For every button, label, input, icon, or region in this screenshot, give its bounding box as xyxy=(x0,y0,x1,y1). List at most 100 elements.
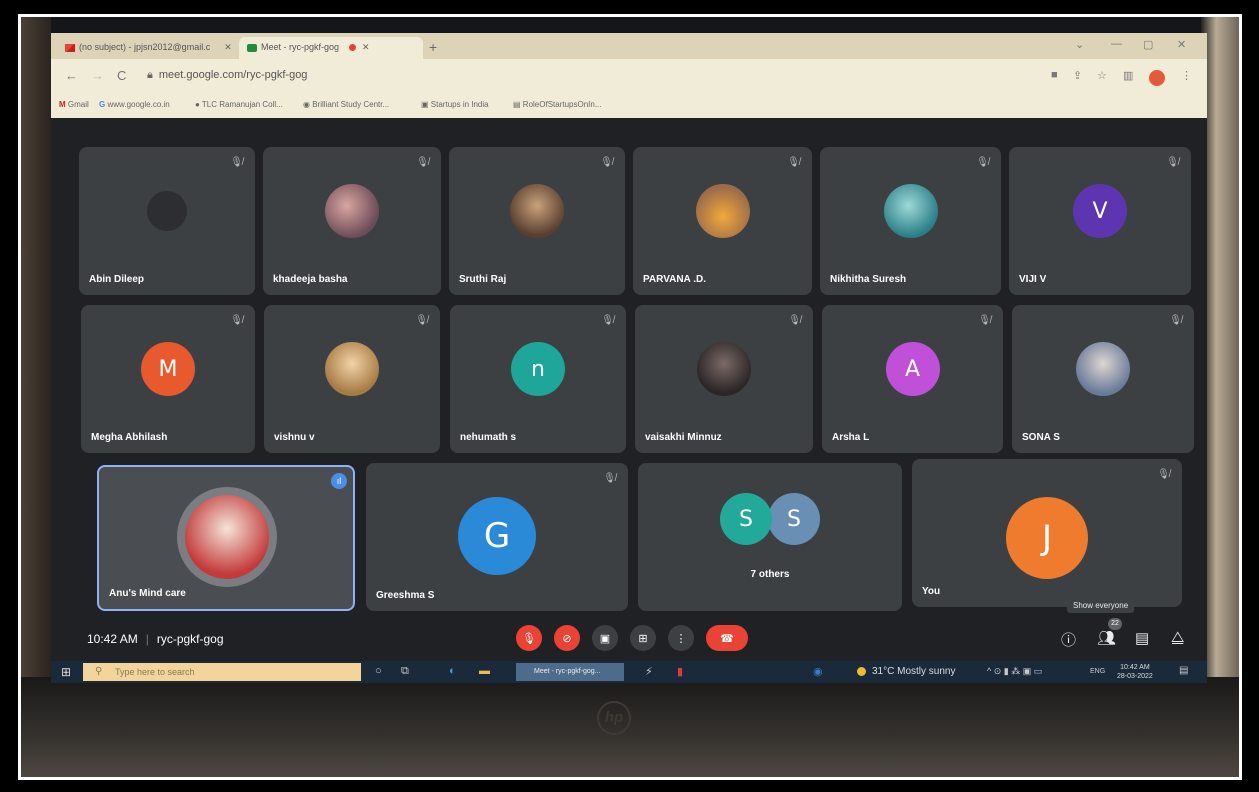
mic-off-icon: 🎙︎̸ xyxy=(1157,469,1170,480)
phone-hangup-icon: ☎︎ xyxy=(720,632,734,645)
star-icon[interactable]: ☆ xyxy=(1097,69,1107,82)
sidepanel-icon[interactable]: ▥ xyxy=(1123,69,1133,82)
tab-meet[interactable]: Meet - ryc-pgkf-gog ✕ xyxy=(239,37,423,59)
others-count-label: 7 others xyxy=(750,569,790,580)
participant-tile[interactable]: A 🎙︎̸ Arsha L xyxy=(822,305,1003,453)
activities-icon[interactable]: ⧋ xyxy=(1171,629,1184,646)
avatar xyxy=(325,184,379,238)
avatar: M xyxy=(141,342,195,396)
forward-icon[interactable]: → xyxy=(91,68,104,83)
participant-tile[interactable]: 🎙︎̸ Nikhitha Suresh xyxy=(820,147,1001,295)
weather-widget[interactable]: 31°C Mostly sunny xyxy=(857,666,955,677)
more-icon[interactable]: ⋮ xyxy=(1181,69,1192,82)
system-tray[interactable]: ^ ⊙ ▮ ⁂ ▣ ▭ xyxy=(987,666,1042,677)
url-text: meet.google.com/ryc-pgkf-gog xyxy=(158,69,308,81)
google-icon: G xyxy=(99,100,106,109)
edge-icon[interactable]: ◐ xyxy=(449,665,456,677)
participant-tile[interactable]: M 🎙︎̸ Megha Abhilash xyxy=(81,305,255,453)
mic-off-icon: 🎙︎̸ xyxy=(787,157,800,168)
participant-tile-you[interactable]: J 🎙︎̸ You xyxy=(912,459,1182,607)
window-close-icon[interactable]: ✕ xyxy=(1177,38,1186,51)
camera-toggle-button[interactable]: ⊘ xyxy=(554,625,580,651)
profile-avatar[interactable] xyxy=(1149,70,1165,86)
participant-tile[interactable]: 🎙︎̸ vishnu v xyxy=(264,305,440,453)
people-icon[interactable]: 👥︎ xyxy=(1097,629,1116,647)
back-icon[interactable]: ← xyxy=(65,68,78,83)
participant-tile[interactable]: 🎙︎̸ khadeeja basha xyxy=(263,147,441,295)
avatar: J xyxy=(1006,497,1088,579)
bookmark-tlc[interactable]: ● TLC Ramanujan Coll... xyxy=(195,100,283,109)
gmail-icon: M xyxy=(59,100,66,109)
notification-icon[interactable]: ▤ xyxy=(1179,665,1188,676)
avatar xyxy=(697,342,751,396)
chat-icon[interactable]: ▤ xyxy=(1135,629,1149,647)
app-icon[interactable]: ▮ xyxy=(677,665,683,678)
taskbar-clock[interactable]: 10:42 AM 28-03-2022 xyxy=(1117,663,1153,681)
app-icon[interactable]: ⚡︎ xyxy=(645,665,653,678)
captions-button[interactable]: ▣ xyxy=(592,625,618,651)
maximize-icon[interactable]: ▢ xyxy=(1143,38,1153,51)
participant-tile[interactable]: 🎙︎̸ PARVANA .D. xyxy=(633,147,812,295)
bookmark-gmail[interactable]: M Gmail xyxy=(59,100,89,109)
participant-tile[interactable]: 🎙︎̸ Sruthi Raj xyxy=(449,147,625,295)
cortana-icon[interactable]: ○ xyxy=(375,665,382,677)
search-placeholder: Type here to search xyxy=(115,667,195,677)
present-button[interactable]: ⊞ xyxy=(630,625,656,651)
windows-start-icon[interactable]: ⊞ xyxy=(61,665,71,679)
close-icon[interactable]: ✕ xyxy=(362,42,370,52)
bookmark-role[interactable]: ▤ RoleOfStartupsOnIn... xyxy=(513,100,602,109)
more-options-button[interactable]: ⋮ xyxy=(668,625,694,651)
globe-icon: ◉ xyxy=(303,100,310,109)
taskbar-search-input[interactable]: ⚲ Type here to search xyxy=(83,663,361,681)
taskbar-chrome-meet[interactable]: Meet - ryc-pgkf-gog... xyxy=(516,663,624,681)
avatar xyxy=(325,342,379,396)
participant-tile-greeshma[interactable]: G 🎙︎̸ Greeshma S xyxy=(366,463,628,611)
bookmark-startups[interactable]: ▣ Startups in India xyxy=(421,100,489,109)
captions-icon: ▣ xyxy=(599,632,611,645)
windows-taskbar: ⊞ ⚲ Type here to search ○ ⧉ ◐ ▬ Meet - ry… xyxy=(51,661,1207,683)
mic-toggle-button[interactable]: 🎙︎ xyxy=(516,625,542,651)
bookmark-google[interactable]: G www.google.co.in xyxy=(99,100,170,109)
weather-text: 31°C Mostly sunny xyxy=(872,666,956,677)
browser-chrome: (no subject) - jpjsn2012@gmail.c ✕ Meet -… xyxy=(51,33,1207,118)
tab-strip: (no subject) - jpjsn2012@gmail.c ✕ Meet -… xyxy=(51,33,1207,59)
avatar: S xyxy=(720,493,772,545)
laptop-photo: hp (no subject) - jpjsn2012@gmail.c ✕ Mee… xyxy=(18,14,1242,780)
participant-name: VIJI V xyxy=(1019,274,1047,285)
camera-icon[interactable]: ■ xyxy=(1051,69,1058,81)
reload-icon[interactable]: C xyxy=(117,68,126,83)
participant-tile[interactable]: n 🎙︎̸ nehumath s xyxy=(450,305,626,453)
app-icon[interactable]: ◉ xyxy=(813,665,823,678)
laptop-bezel-left xyxy=(21,17,51,777)
clock-time: 10:42 AM xyxy=(1120,664,1150,671)
file-explorer-icon[interactable]: ▬ xyxy=(479,665,490,677)
info-icon[interactable]: ⓘ xyxy=(1061,629,1076,650)
leave-call-button[interactable]: ☎︎ xyxy=(706,625,748,651)
participant-tile[interactable]: V 🎙︎̸ VIJI V xyxy=(1009,147,1191,295)
chevron-down-icon[interactable]: ⌄ xyxy=(1075,38,1084,51)
mic-off-icon: 🎙︎̸ xyxy=(1169,315,1182,326)
participant-tile[interactable]: 🎙︎̸ SONA S xyxy=(1012,305,1194,453)
address-bar[interactable]: 🔒︎ meet.google.com/ryc-pgkf-gog xyxy=(147,69,307,82)
separator: | xyxy=(145,632,149,646)
bookmark-brilliant[interactable]: ◉ Brilliant Study Centr... xyxy=(303,100,389,109)
participant-tile[interactable]: 🎙︎̸ Abin Dileep xyxy=(79,147,255,295)
language-indicator[interactable]: ENG xyxy=(1090,668,1105,675)
participant-tile[interactable]: 🎙︎̸ vaisakhi Minnuz xyxy=(635,305,813,453)
participant-name: SONA S xyxy=(1022,432,1060,443)
avatar xyxy=(695,184,750,238)
avatar xyxy=(177,487,277,587)
others-tile[interactable]: S S 7 others xyxy=(638,463,902,611)
participant-name: khadeeja basha xyxy=(273,274,348,285)
participant-tile-anu[interactable]: ıl Anu's Mind care xyxy=(97,465,355,611)
task-view-icon[interactable]: ⧉ xyxy=(401,665,409,678)
new-tab-icon[interactable]: + xyxy=(429,39,437,55)
close-icon[interactable]: ✕ xyxy=(224,42,232,52)
taskbar-app-label: Meet - ryc-pgkf-gog... xyxy=(534,668,601,675)
mic-off-icon: 🎙︎̸ xyxy=(415,315,428,326)
tab-gmail[interactable]: (no subject) - jpjsn2012@gmail.c ✕ xyxy=(57,37,235,59)
recording-dot-icon xyxy=(349,44,357,52)
share-icon[interactable]: ⇪ xyxy=(1073,69,1082,82)
speaking-indicator-icon: ıl xyxy=(331,473,347,489)
minimize-icon[interactable]: — xyxy=(1111,38,1122,50)
